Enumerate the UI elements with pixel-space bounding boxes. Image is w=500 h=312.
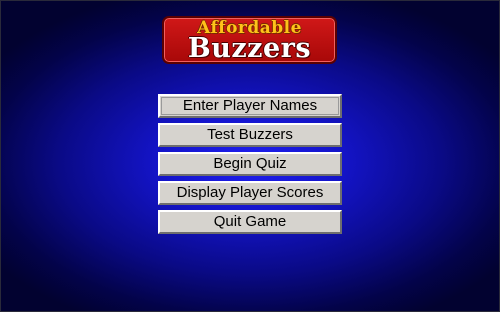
enter-player-names-button[interactable]: Enter Player Names [158, 94, 342, 118]
main-menu-screen: Affordable Buzzers Enter Player Names Te… [0, 0, 500, 312]
begin-quiz-button[interactable]: Begin Quiz [158, 152, 342, 176]
quit-game-button[interactable]: Quit Game [158, 210, 342, 234]
test-buzzers-button[interactable]: Test Buzzers [158, 123, 342, 147]
affordable-buzzers-logo: Affordable Buzzers [162, 16, 337, 64]
main-menu: Enter Player Names Test Buzzers Begin Qu… [158, 94, 342, 239]
display-player-scores-button[interactable]: Display Player Scores [158, 181, 342, 205]
logo-text-buzzers: Buzzers [187, 33, 312, 64]
